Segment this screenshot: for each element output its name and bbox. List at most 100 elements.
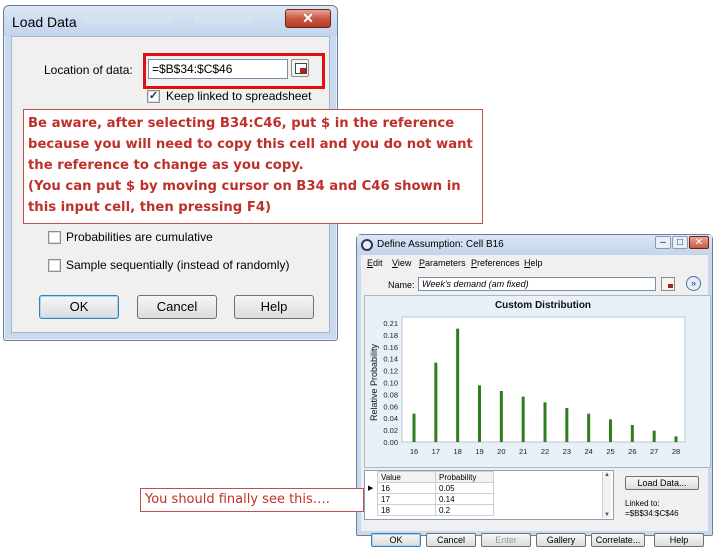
x-tick-label: 19: [475, 447, 483, 456]
chart-bar: [499, 391, 503, 442]
x-tick-label: 18: [453, 447, 461, 456]
minimize-icon[interactable]: –: [655, 236, 671, 249]
y-tick-label: 0.21: [383, 319, 398, 328]
chart-bar: [630, 425, 634, 442]
table-header-row: Value Probability: [377, 471, 494, 483]
callout-line: (You can put $ by moving cursor on B34 a…: [28, 179, 461, 194]
data-table: Value Probability 16 0.05 17 0.14 18 0.2: [377, 471, 494, 516]
cell-probability[interactable]: 0.14: [435, 493, 494, 505]
x-tick-label: 26: [628, 447, 636, 456]
close-button[interactable]: ✕: [285, 9, 331, 28]
instruction-callout: Be aware, after selecting B34:C46, put $…: [23, 109, 483, 224]
value-probability-table: Value Probability 16 0.05 17 0.14 18 0.2…: [364, 470, 614, 520]
table-row[interactable]: 18 0.2: [377, 504, 494, 516]
menu-help[interactable]: Help: [524, 258, 543, 268]
cell-probability[interactable]: 0.2: [435, 504, 494, 516]
expand-chevron-icon[interactable]: »: [686, 276, 701, 291]
range-select-button[interactable]: [661, 277, 675, 291]
background-window-ghost: [84, 11, 174, 25]
x-tick-label: 23: [563, 447, 571, 456]
crystal-ball-icon: [361, 239, 373, 251]
table-row[interactable]: 17 0.14: [377, 493, 494, 505]
chart-bar: [521, 396, 525, 442]
background-window-ghost: [194, 11, 254, 25]
chart-bar: [478, 385, 481, 442]
cell-value[interactable]: 18: [377, 504, 436, 516]
column-header-value: Value: [377, 471, 436, 483]
dialog-title: Load Data: [12, 14, 77, 30]
chart-bar: [434, 362, 438, 442]
y-tick-label: 0.08: [383, 390, 398, 399]
chart-title: Custom Distribution: [495, 300, 591, 311]
current-row-marker-icon: ▶: [368, 485, 374, 492]
define-assumption-client-area: Edit View Parameters Preferences Help Na…: [361, 255, 711, 547]
name-input[interactable]: Week's demand (am fixed): [418, 277, 656, 291]
prob-cumulative-checkbox[interactable]: [48, 231, 61, 244]
dialog-title: Define Assumption: Cell B16: [377, 239, 504, 250]
chart-bar: [652, 430, 656, 442]
callout-line: because you will need to copy this cell …: [28, 137, 473, 152]
keep-linked-checkbox[interactable]: ✓: [147, 90, 160, 103]
x-tick-label: 21: [519, 447, 527, 456]
table-scrollbar[interactable]: [602, 472, 611, 518]
menu-preferences[interactable]: Preferences: [471, 258, 520, 268]
cell-value[interactable]: 17: [377, 493, 436, 505]
sample-sequentially-label: Sample sequentially (instead of randomly…: [66, 258, 290, 272]
menu-view[interactable]: View: [392, 258, 411, 268]
x-tick-label: 27: [650, 447, 658, 456]
distribution-chart-panel: Custom DistributionNot for Commercial Us…: [364, 295, 711, 468]
load-data-button[interactable]: Load Data...: [625, 476, 699, 490]
highlight-box: [143, 53, 325, 89]
define-assumption-dialog: Define Assumption: Cell B16 – □ ✕ Edit V…: [356, 234, 713, 547]
cancel-button[interactable]: Cancel: [137, 295, 217, 319]
y-tick-label: 0.04: [383, 414, 398, 423]
y-tick-label: 0.06: [383, 402, 398, 411]
callout-line: this input cell, then pressing F4): [28, 200, 272, 215]
menu-edit[interactable]: Edit: [367, 258, 383, 268]
gallery-button[interactable]: Gallery: [536, 533, 586, 547]
maximize-icon[interactable]: □: [672, 236, 688, 249]
linked-to-label: Linked to:: [625, 499, 660, 508]
sample-sequentially-checkbox[interactable]: [48, 259, 61, 272]
define-assumption-titlebar[interactable]: Define Assumption: Cell B16 – □ ✕: [357, 235, 712, 255]
location-of-data-label: Location of data:: [44, 63, 133, 77]
correlate-button[interactable]: Correlate...: [591, 533, 645, 547]
y-axis-label: Relative Probability: [369, 343, 379, 421]
x-tick-label: 16: [410, 447, 418, 456]
load-data-titlebar[interactable]: Load Data ✕: [4, 6, 337, 36]
chart-bar: [587, 413, 591, 442]
x-tick-label: 25: [606, 447, 614, 456]
close-icon[interactable]: ✕: [689, 236, 709, 249]
chart-bar: [565, 408, 569, 442]
cell-probability[interactable]: 0.05: [435, 482, 494, 494]
x-tick-label: 28: [672, 447, 680, 456]
ok-button[interactable]: OK: [371, 533, 421, 547]
enter-button[interactable]: Enter: [481, 533, 531, 547]
x-tick-label: 24: [584, 447, 592, 456]
cell-value[interactable]: 16: [377, 482, 436, 494]
callout-line: Be aware, after selecting B34:C46, put $…: [28, 116, 455, 131]
y-tick-label: 0.00: [383, 438, 398, 447]
y-tick-label: 0.10: [383, 379, 398, 388]
name-label: Name:: [388, 280, 415, 290]
callout-line: the reference to change as you copy.: [28, 158, 304, 173]
chart-bar: [674, 436, 678, 442]
column-header-probability: Probability: [435, 471, 494, 483]
final-result-callout: You should finally see this….: [140, 488, 364, 512]
y-tick-label: 0.12: [383, 367, 398, 376]
cancel-button[interactable]: Cancel: [426, 533, 476, 547]
menu-parameters[interactable]: Parameters: [419, 258, 466, 268]
ok-button[interactable]: OK: [39, 295, 119, 319]
linked-to-value: =$B$34:$C$46: [625, 509, 679, 518]
distribution-chart: Custom DistributionNot for Commercial Us…: [369, 300, 686, 456]
help-button[interactable]: Help: [234, 295, 314, 319]
x-tick-label: 20: [497, 447, 505, 456]
y-tick-label: 0.02: [383, 426, 398, 435]
table-row[interactable]: 16 0.05: [377, 482, 494, 494]
x-tick-label: 17: [432, 447, 440, 456]
prob-cumulative-label: Probabilities are cumulative: [66, 230, 213, 244]
chart-bar: [412, 413, 416, 442]
help-button[interactable]: Help: [654, 533, 704, 547]
y-tick-label: 0.18: [383, 331, 398, 340]
chart-bar: [543, 402, 547, 442]
